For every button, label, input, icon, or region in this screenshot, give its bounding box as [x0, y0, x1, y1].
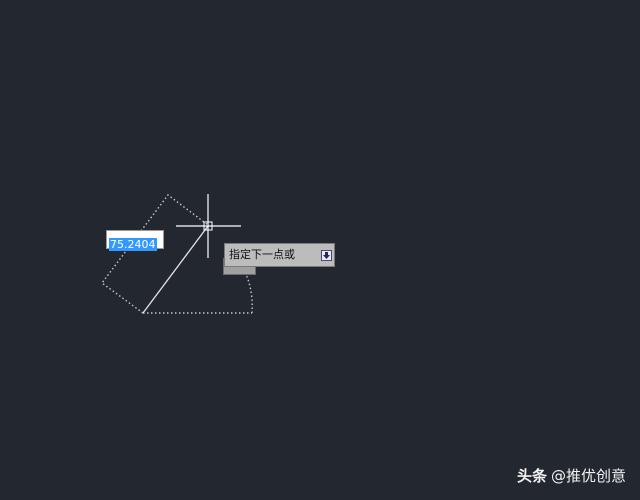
drawing-canvas[interactable]: 75.2404 指定下一点或 头条 @推优创意: [0, 0, 640, 500]
dynamic-input-value[interactable]: 75.2404: [109, 238, 157, 251]
dotted-preview-outline: [101, 194, 209, 314]
watermark-brand: 头条: [516, 467, 547, 485]
dynamic-input-field[interactable]: 75.2404: [106, 230, 164, 251]
down-arrow-icon[interactable]: [321, 250, 332, 261]
watermark: 头条 @推优创意: [517, 465, 626, 486]
command-prompt-text: 指定下一点或: [229, 248, 295, 261]
watermark-handle: @推优创意: [550, 467, 626, 485]
command-prompt-tooltip: 指定下一点或: [224, 243, 335, 267]
